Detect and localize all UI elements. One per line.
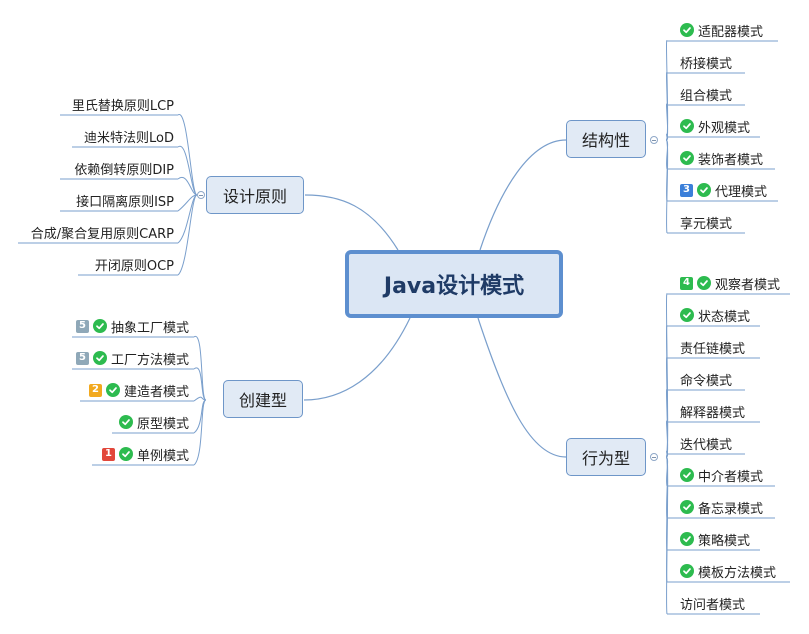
leaf-label: 抽象工厂模式 [110,320,189,336]
leaf-topic[interactable]: 迪米特法则LoD [72,125,174,147]
connector-line [304,194,399,251]
leaf-topic[interactable]: 外观模式 [680,115,750,137]
connector-line [303,317,411,401]
check-circle-icon [680,500,694,514]
leaf-topic[interactable]: 备忘录模式 [680,496,763,518]
leaf-topic[interactable]: 享元模式 [680,211,732,233]
leaf-label: 责任链模式 [680,341,746,357]
collapse-toggle-icon[interactable] [650,453,658,461]
connector-line [177,114,198,196]
leaf-label: 模板方法模式 [698,565,777,581]
branch-creational[interactable]: 创建型 [223,380,303,418]
priority-badge: 1 [101,447,115,461]
leaf-topic[interactable]: 解释器模式 [680,400,745,422]
leaf-topic[interactable]: 策略模式 [680,528,750,550]
leaf-topic[interactable]: 1 单例模式 [92,443,189,465]
leaf-topic[interactable]: 装饰者模式 [680,147,763,169]
leaf-label: 中介者模式 [698,469,764,485]
branch-structural[interactable]: 结构性 [566,120,646,158]
check-circle-icon [680,119,694,133]
leaf-topic[interactable]: 开闭原则OCP [78,253,174,275]
leaf-label: 代理模式 [715,184,768,200]
leaf-topic[interactable]: 原型模式 [112,411,189,433]
leaf-topic[interactable]: 模板方法模式 [680,560,776,582]
check-circle-icon [680,468,694,482]
leaf-label: 命令模式 [680,373,733,389]
priority-badge: 5 [75,351,89,365]
mind-map-canvas: Java设计模式 设计原则 创建型 结构性 行为型 里氏替换原则LCP 迪米特法则… [0,0,809,634]
leaf-label: 单例模式 [136,448,189,464]
check-circle-icon [697,183,711,197]
leaf-topic[interactable]: 桥接模式 [680,51,732,73]
priority-badge: 3 [680,183,693,197]
leaf-label: 解释器模式 [680,405,746,421]
check-circle-icon [680,23,694,37]
leaf-topic[interactable]: 5 工厂方法模式 [72,347,189,369]
leaf-label: 备忘录模式 [698,501,764,517]
leaf-label: 访问者模式 [680,597,746,613]
check-circle-icon [92,319,107,333]
leaf-topic[interactable]: 依赖倒转原则DIP [60,157,174,179]
leaf-topic[interactable]: 组合模式 [680,83,732,105]
connector-line [477,317,567,458]
leaf-topic[interactable]: 命令模式 [680,368,732,390]
leaf-label: 合成/聚合复用原则CARP [30,226,174,242]
leaf-topic[interactable]: 3 代理模式 [680,179,767,201]
check-circle-icon [680,532,694,546]
root-topic[interactable]: Java设计模式 [345,250,563,318]
check-circle-icon [118,447,133,461]
priority-badge: 4 [680,276,693,290]
check-circle-icon [680,308,694,322]
leaf-label: 策略模式 [698,533,751,549]
check-circle-icon [680,151,694,165]
leaf-topic[interactable]: 责任链模式 [680,336,745,358]
connector-line [177,194,198,276]
leaf-label: 开闭原则OCP [94,258,174,274]
leaf-label: 迭代模式 [680,437,733,453]
connector-line [479,139,567,251]
leaf-label: 组合模式 [680,88,733,104]
check-circle-icon [118,415,133,429]
leaf-topic[interactable]: 2 建造者模式 [80,379,189,401]
leaf-topic[interactable]: 迭代模式 [680,432,732,454]
check-circle-icon [92,351,107,365]
leaf-topic[interactable]: 适配器模式 [680,19,763,41]
leaf-topic[interactable]: 接口隔离原则ISP [60,189,174,211]
leaf-topic[interactable]: 里氏替换原则LCP [60,93,174,115]
leaf-label: 工厂方法模式 [110,352,189,368]
leaf-label: 原型模式 [136,416,189,432]
leaf-label: 里氏替换原则LCP [71,98,174,114]
connector-line [193,399,207,466]
leaf-topic[interactable]: 访问者模式 [680,592,745,614]
leaf-label: 迪米特法则LoD [84,130,174,146]
check-circle-icon [680,564,694,578]
leaf-topic[interactable]: 状态模式 [680,304,750,326]
leaf-topic[interactable]: 4 观察者模式 [680,272,780,294]
leaf-label: 状态模式 [698,309,751,325]
leaf-label: 享元模式 [680,216,733,232]
leaf-topic[interactable]: 合成/聚合复用原则CARP [18,221,174,243]
leaf-topic[interactable]: 5 抽象工厂模式 [72,315,189,337]
branch-principles[interactable]: 设计原则 [206,176,304,214]
leaf-label: 适配器模式 [698,24,764,40]
collapse-toggle-icon[interactable] [197,191,205,199]
leaf-label: 装饰者模式 [698,152,764,168]
leaf-label: 桥接模式 [680,56,733,72]
leaf-label: 外观模式 [698,120,751,136]
leaf-label: 接口隔离原则ISP [76,194,174,210]
leaf-label: 观察者模式 [715,277,781,293]
collapse-toggle-icon[interactable] [650,136,658,144]
check-circle-icon [105,383,120,397]
leaf-topic[interactable]: 中介者模式 [680,464,763,486]
leaf-label: 建造者模式 [123,384,189,400]
priority-badge: 5 [75,319,89,333]
branch-behavioral[interactable]: 行为型 [566,438,646,476]
priority-badge: 2 [88,383,102,397]
leaf-label: 依赖倒转原则DIP [74,162,174,178]
check-circle-icon [697,276,711,290]
